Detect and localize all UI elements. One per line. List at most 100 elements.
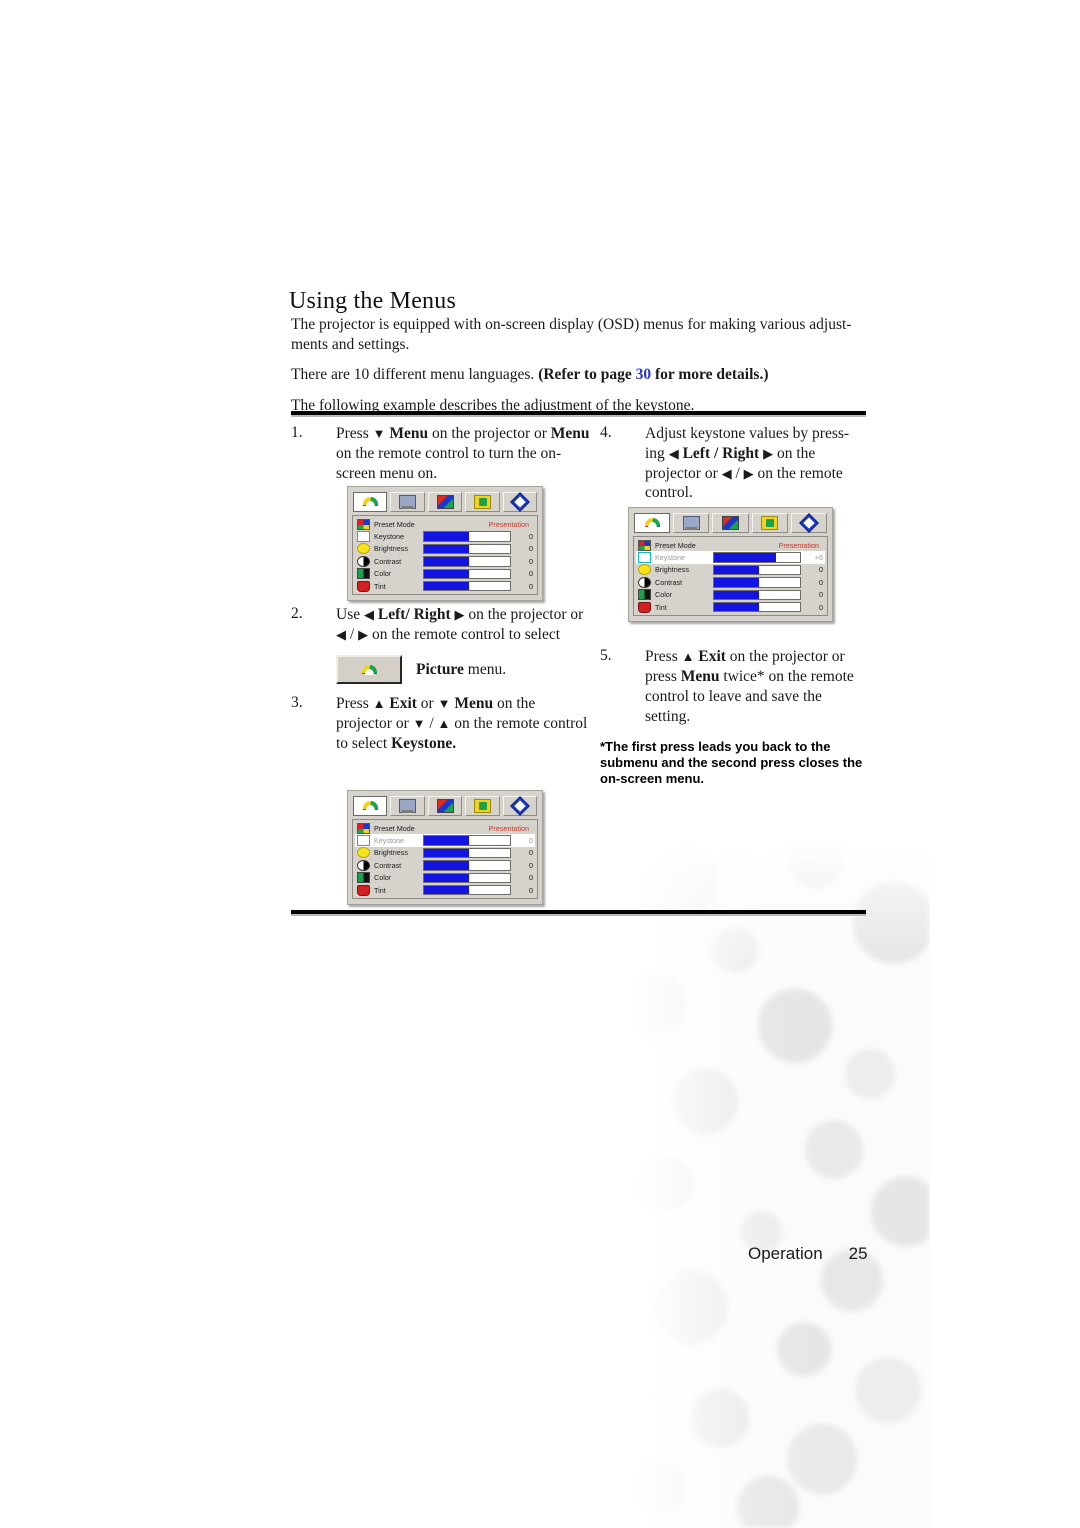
preset-mode-label: Preset Mode	[374, 519, 415, 529]
brightness-slider[interactable]	[423, 847, 511, 859]
osd-display-tab[interactable]	[390, 492, 425, 512]
step-2-text-a: Use	[336, 606, 364, 624]
osd-row-brightness[interactable]: Brightness 0	[636, 564, 825, 576]
osd-row-tint[interactable]: Tint 0	[636, 601, 825, 613]
color-icon	[638, 589, 651, 601]
color-slider[interactable]	[423, 872, 511, 883]
osd-tab-strip	[352, 795, 538, 819]
info-diamond-icon	[799, 513, 819, 533]
contrast-label: Contrast	[374, 556, 402, 566]
source-icon	[722, 516, 739, 530]
tint-value: 0	[529, 885, 533, 895]
keystone-slider[interactable]	[423, 531, 511, 542]
osd-setup-tab[interactable]	[751, 513, 788, 533]
osd-display-tab[interactable]	[390, 796, 425, 816]
tint-value: 0	[819, 602, 823, 612]
osd-row-preset-mode[interactable]: Preset Mode Presentation	[636, 539, 825, 551]
keystone-label: Keystone	[655, 553, 685, 563]
osd-row-color[interactable]: Color 0	[636, 589, 825, 601]
osd-row-tint[interactable]: Tint 0	[355, 884, 535, 896]
osd-row-contrast[interactable]: Contrast 0	[355, 859, 535, 871]
osd-screenshot-step3: Preset Mode Presentation Keystone 0 Brig…	[347, 790, 543, 906]
down-arrow-icon-3: ▼	[412, 715, 426, 731]
contrast-slider[interactable]	[423, 860, 511, 871]
step-1-text-a: Press	[336, 425, 373, 442]
step-5-menu-bold: Menu	[680, 668, 720, 686]
contrast-value: 0	[529, 556, 533, 566]
tint-slider[interactable]	[713, 601, 801, 613]
picture-menu-button[interactable]	[336, 655, 402, 685]
osd-row-color[interactable]: Color 0	[355, 568, 535, 580]
osd-row-contrast[interactable]: Contrast 0	[636, 576, 825, 588]
osd-setup-tab[interactable]	[465, 796, 500, 816]
step-3-text: Press ▲ Exit or ▼ Menu on the projector …	[336, 694, 591, 753]
color-label: Color	[655, 590, 673, 600]
osd-source-tab[interactable]	[427, 796, 463, 816]
right-arrow-icon-3: ▶	[763, 445, 774, 461]
osd-picture-tab[interactable]	[634, 513, 671, 533]
osd-source-tab[interactable]	[712, 513, 749, 533]
contrast-value: 0	[819, 577, 823, 587]
keystone-slider[interactable]	[423, 835, 511, 846]
osd-row-tint[interactable]: Tint 0	[355, 580, 535, 592]
right-arrow-icon: ▶	[454, 607, 465, 623]
tint-label: Tint	[374, 581, 386, 591]
osd-menu-body: Preset Mode Presentation Keystone +6 Bri…	[633, 536, 828, 617]
keystone-icon	[638, 552, 651, 564]
down-arrow-icon-2: ▼	[437, 696, 451, 712]
color-slider[interactable]	[713, 589, 801, 600]
color-icon	[357, 568, 370, 580]
contrast-slider[interactable]	[713, 577, 801, 588]
osd-screenshot-step4: Preset Mode Presentation Keystone +6 Bri…	[628, 507, 833, 623]
keystone-slider[interactable]	[713, 552, 801, 563]
osd-picture-tab[interactable]	[353, 796, 388, 816]
page-cross-reference[interactable]: 30	[636, 366, 652, 383]
osd-information-tab[interactable]	[502, 492, 538, 512]
picture-icon	[361, 664, 377, 676]
osd-source-tab[interactable]	[427, 492, 463, 512]
page-title: Using the Menus	[289, 288, 456, 314]
step-3-slash: /	[425, 714, 438, 732]
tint-slider[interactable]	[423, 884, 511, 896]
osd-row-keystone-selected[interactable]: Keystone +6	[636, 551, 825, 564]
contrast-slider[interactable]	[423, 556, 511, 567]
footnote-text: *The first press leads you back to the s…	[600, 738, 863, 786]
osd-row-preset-mode[interactable]: Preset Mode Presentation	[355, 518, 535, 530]
divider-bottom	[291, 910, 866, 914]
osd-row-contrast[interactable]: Contrast 0	[355, 555, 535, 567]
brightness-slider[interactable]	[423, 543, 511, 555]
intro-line-2-bold-a: (Refer to page	[538, 366, 636, 384]
osd-row-keystone[interactable]: Keystone 0	[355, 530, 535, 543]
intro-line-2-plain: There are 10 different menu languages.	[291, 366, 539, 384]
color-slider[interactable]	[423, 568, 511, 579]
keystone-value: 0	[529, 836, 533, 846]
osd-information-tab[interactable]	[502, 796, 538, 816]
brightness-label: Brightness	[374, 544, 408, 554]
step-1-text: Press ▼ Menu on the projector or Menu on…	[336, 424, 591, 483]
osd-display-tab[interactable]	[673, 513, 710, 533]
intro-line-2-bold-b: for more details.)	[651, 366, 769, 384]
contrast-label: Contrast	[655, 577, 683, 587]
osd-row-brightness[interactable]: Brightness 0	[355, 543, 535, 555]
osd-information-tab[interactable]	[790, 513, 828, 533]
step-2-text: Use ◀ Left/ Right ▶ on the projector or …	[336, 605, 591, 645]
step-4-slash: /	[731, 464, 744, 482]
up-arrow-icon: ▲	[372, 696, 386, 712]
brightness-slider[interactable]	[713, 564, 801, 576]
osd-picture-tab[interactable]	[353, 492, 388, 512]
brightness-value: 0	[819, 565, 823, 575]
picture-menu-label-rest: menu.	[463, 660, 507, 678]
osd-row-brightness[interactable]: Brightness 0	[355, 847, 535, 859]
osd-row-color[interactable]: Color 0	[355, 872, 535, 884]
osd-row-preset-mode[interactable]: Preset Mode Presentation	[355, 822, 535, 834]
osd-tab-strip	[352, 491, 538, 515]
preset-mode-value: Presentation	[488, 519, 529, 529]
osd-setup-tab[interactable]	[465, 492, 500, 512]
osd-row-keystone-selected[interactable]: Keystone 0	[355, 834, 535, 847]
keystone-icon	[357, 835, 370, 847]
osd-tab-strip	[633, 512, 828, 536]
intro-paragraphs: The projector is equipped with on-screen…	[291, 315, 861, 425]
setup-icon	[761, 516, 779, 530]
tint-slider[interactable]	[423, 580, 511, 592]
step-3-exit-bold: Exit	[385, 695, 417, 713]
